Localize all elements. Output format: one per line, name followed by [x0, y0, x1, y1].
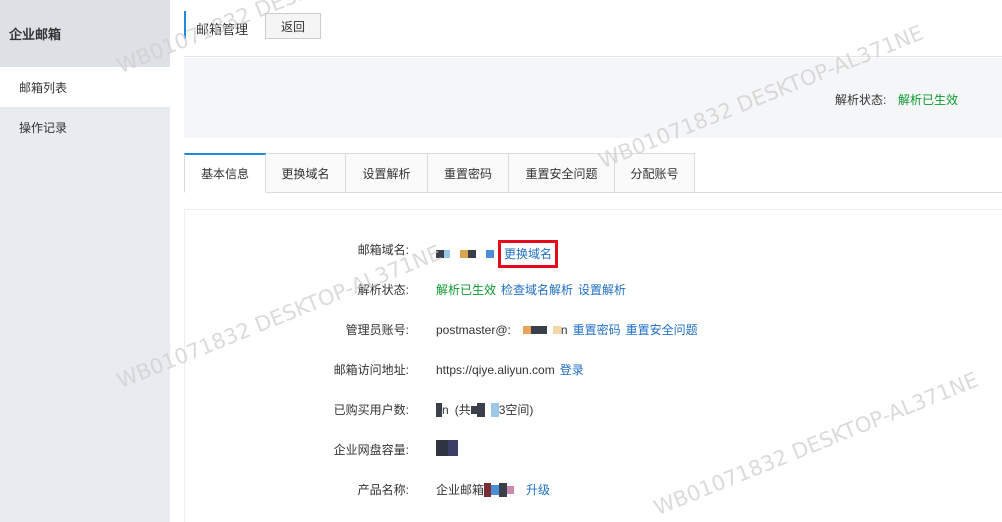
admin-suffix: n: [560, 323, 568, 337]
admin-value: postmaster@: n 重置密码 重置安全问题: [436, 320, 698, 340]
setup-dns-link[interactable]: 设置解析: [578, 280, 626, 300]
domain-label: 邮箱域名:: [357, 243, 409, 257]
tab-change-domain[interactable]: 更换域名: [266, 153, 346, 193]
check-dns-link[interactable]: 检查域名解析: [501, 280, 573, 300]
reset-security-link[interactable]: 重置安全问题: [626, 320, 698, 340]
basic-info-panel: 邮箱域名: 更换域名 解析状态: 解析已生效 检查域名解析 设置解析 管理员账号…: [184, 209, 1002, 522]
sidebar-item-operation-log[interactable]: 操作记录: [0, 107, 170, 147]
disk-label: 企业网盘容量:: [333, 443, 409, 457]
sidebar-title: 企业邮箱: [0, 0, 170, 67]
row-dns-status: 解析状态: 解析已生效 检查域名解析 设置解析: [185, 280, 1002, 300]
users-suffix: n: [442, 403, 449, 417]
admin-label: 管理员账号:: [345, 323, 409, 337]
reset-password-link[interactable]: 重置密码: [573, 320, 621, 340]
access-url-value: https://qiye.aliyun.com 登录: [436, 360, 584, 380]
header-accent-bar: [184, 11, 186, 39]
redacted-block: [468, 250, 476, 258]
page-title: 邮箱管理: [196, 22, 249, 37]
status-value: 解析已生效: [898, 93, 959, 107]
users-value: n (共 3空间): [436, 400, 533, 420]
product-name: 企业邮箱: [436, 483, 485, 497]
tab-assign-account[interactable]: 分配账号: [615, 153, 695, 193]
redacted-block: [552, 326, 561, 334]
redacted-block: [486, 250, 494, 258]
status-label: 解析状态:: [835, 93, 887, 107]
login-link[interactable]: 登录: [560, 360, 584, 380]
redacted-block: [436, 250, 444, 258]
change-domain-link[interactable]: 更换域名: [504, 244, 552, 264]
redacted-block: [436, 440, 448, 456]
redacted-block: [490, 403, 499, 417]
tab-reset-security[interactable]: 重置安全问题: [509, 153, 615, 193]
redacted-block: [460, 250, 468, 258]
tab-bar: 基本信息 更换域名 设置解析 重置密码 重置安全问题 分配账号: [184, 153, 1002, 193]
admin-prefix: postmaster@:: [436, 323, 511, 337]
redacted-block: [448, 440, 458, 456]
row-users: 已购买用户数: n (共 3空间): [185, 400, 1002, 420]
row-access-url: 邮箱访问地址: https://qiye.aliyun.com 登录: [185, 360, 1002, 380]
row-admin: 管理员账号: postmaster@: n 重置密码 重置安全问题: [185, 320, 1002, 340]
tab-reset-password[interactable]: 重置密码: [428, 153, 509, 193]
redacted-block: [499, 483, 508, 497]
disk-value: [436, 440, 458, 456]
redacted-block: [476, 403, 485, 417]
sidebar-item-mailbox-list[interactable]: 邮箱列表: [0, 67, 170, 107]
users-label: 已购买用户数:: [333, 403, 409, 417]
upgrade-link[interactable]: 升级: [526, 480, 550, 500]
back-button[interactable]: 返回: [265, 13, 321, 39]
redacted-block: [444, 250, 450, 258]
dns-status-label: 解析状态:: [357, 283, 409, 297]
sidebar: 企业邮箱 邮箱列表 操作记录: [0, 0, 170, 522]
access-url-label: 邮箱访问地址:: [333, 363, 409, 377]
redacted-block: [507, 486, 515, 494]
page-header: 邮箱管理 返回: [184, 0, 1002, 57]
highlight-box: 更换域名: [498, 240, 559, 268]
dns-status-value: 解析已生效 检查域名解析 设置解析: [436, 280, 626, 300]
row-product: 产品名称: 企业邮箱 升级: [185, 480, 1002, 500]
status-panel: 解析状态: 解析已生效: [184, 58, 1002, 138]
tab-basic-info[interactable]: 基本信息: [184, 153, 266, 193]
tab-setup-dns[interactable]: 设置解析: [346, 153, 428, 193]
product-value: 企业邮箱 升级: [436, 480, 550, 500]
access-url-text: https://qiye.aliyun.com: [436, 363, 555, 377]
users-total-prefix: (共: [454, 403, 471, 417]
redacted-block: [491, 485, 500, 495]
domain-value: 更换域名: [436, 240, 559, 268]
redacted-block: [522, 326, 531, 334]
row-disk: 企业网盘容量:: [185, 440, 1002, 460]
product-label: 产品名称:: [357, 483, 409, 497]
redacted-block: [484, 483, 492, 497]
row-domain: 邮箱域名: 更换域名: [185, 240, 1002, 268]
redacted-block: [530, 326, 547, 334]
dns-status-text: 解析已生效: [436, 283, 497, 297]
users-total-suffix: 3空间): [498, 403, 534, 417]
